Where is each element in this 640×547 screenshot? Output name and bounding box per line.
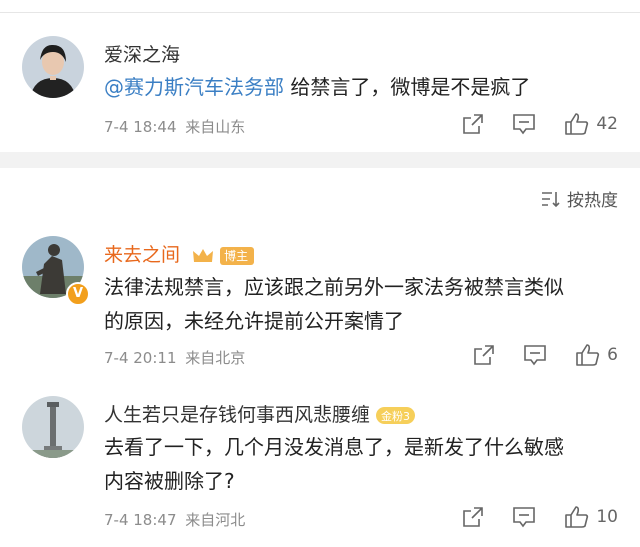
comment-actions: 6 <box>445 343 618 367</box>
commenter-name-row: 来去之间 博主 <box>104 240 255 267</box>
comment-line: 法律法规禁言，应该跟之前另外一家法务被禁言类似 <box>104 275 564 299</box>
avatar[interactable] <box>22 396 84 458</box>
fan-level-badge: 金粉3 <box>376 407 416 424</box>
comment-text: 法律法规禁言，应该跟之前另外一家法务被禁言类似 的原因，未经允许提前公开案情了 <box>104 270 616 338</box>
thumbs-up-icon <box>565 113 589 135</box>
like-button[interactable]: 10 <box>564 505 618 529</box>
thumbs-up-icon <box>565 506 589 528</box>
comment-meta: 7-4 18:47 来自河北 <box>104 509 245 530</box>
comment-meta: 7-4 20:11 来自北京 <box>104 347 245 368</box>
comment-text: 去看了一下，几个月没发消息了，是新发了什么敏感 内容被删除了? <box>104 430 616 498</box>
commenter-name-row: 人生若只是存钱何事西风悲腰缠 金粉3 <box>104 400 416 427</box>
section-separator <box>0 152 640 168</box>
timestamp: 7-4 18:44 <box>104 118 177 136</box>
comment-icon <box>524 345 546 366</box>
comment-actions: 42 <box>434 112 618 136</box>
share-icon <box>463 507 484 527</box>
share-button[interactable] <box>473 344 495 366</box>
share-icon <box>463 114 484 134</box>
avatar[interactable] <box>22 36 84 98</box>
comment-text: @赛力斯汽车法务部 给禁言了，微博是不是疯了 <box>104 70 616 104</box>
top-divider <box>0 0 640 13</box>
reply-button[interactable] <box>523 344 547 366</box>
reply-button[interactable] <box>512 506 536 528</box>
like-count: 10 <box>596 507 618 527</box>
like-button[interactable]: 6 <box>575 343 618 367</box>
share-button[interactable] <box>462 506 484 528</box>
blogger-badge: 博主 <box>220 246 255 265</box>
like-count: 42 <box>596 114 618 134</box>
location: 来自山东 <box>185 118 246 136</box>
crown-icon <box>193 248 214 262</box>
commenter-name[interactable]: 爱深之海 <box>104 40 180 67</box>
comment-body: 给禁言了，微博是不是疯了 <box>284 75 531 99</box>
person-avatar-icon <box>22 36 84 98</box>
timestamp: 7-4 18:47 <box>104 511 177 529</box>
comment-icon <box>513 114 536 135</box>
sort-by-hot-button[interactable]: 按热度 <box>541 186 618 211</box>
share-icon <box>474 345 494 365</box>
share-button[interactable] <box>462 113 484 135</box>
sort-label: 按热度 <box>567 191 618 211</box>
location: 来自北京 <box>185 349 246 367</box>
comment-actions: 10 <box>434 505 618 529</box>
comment-meta: 7-4 18:44 来自山东 <box>104 116 245 137</box>
location: 来自河北 <box>185 511 246 529</box>
verified-badge-icon: V <box>66 282 90 306</box>
comment-icon <box>513 507 536 528</box>
thumbs-up-icon <box>576 344 600 366</box>
comment-line: 的原因，未经允许提前公开案情了 <box>104 309 404 333</box>
commenter-name[interactable]: 来去之间 <box>104 244 180 266</box>
comment-line: 去看了一下，几个月没发消息了，是新发了什么敏感 <box>104 435 564 459</box>
tower-avatar-icon <box>22 396 84 458</box>
commenter-name[interactable]: 人生若只是存钱何事西风悲腰缠 <box>104 404 370 426</box>
timestamp: 7-4 20:11 <box>104 349 177 367</box>
sort-icon <box>542 191 560 207</box>
mention-link[interactable]: @赛力斯汽车法务部 <box>104 75 284 99</box>
reply-button[interactable] <box>512 113 536 135</box>
like-count: 6 <box>607 345 618 365</box>
like-button[interactable]: 42 <box>564 112 618 136</box>
comment-line: 内容被删除了? <box>104 469 235 493</box>
